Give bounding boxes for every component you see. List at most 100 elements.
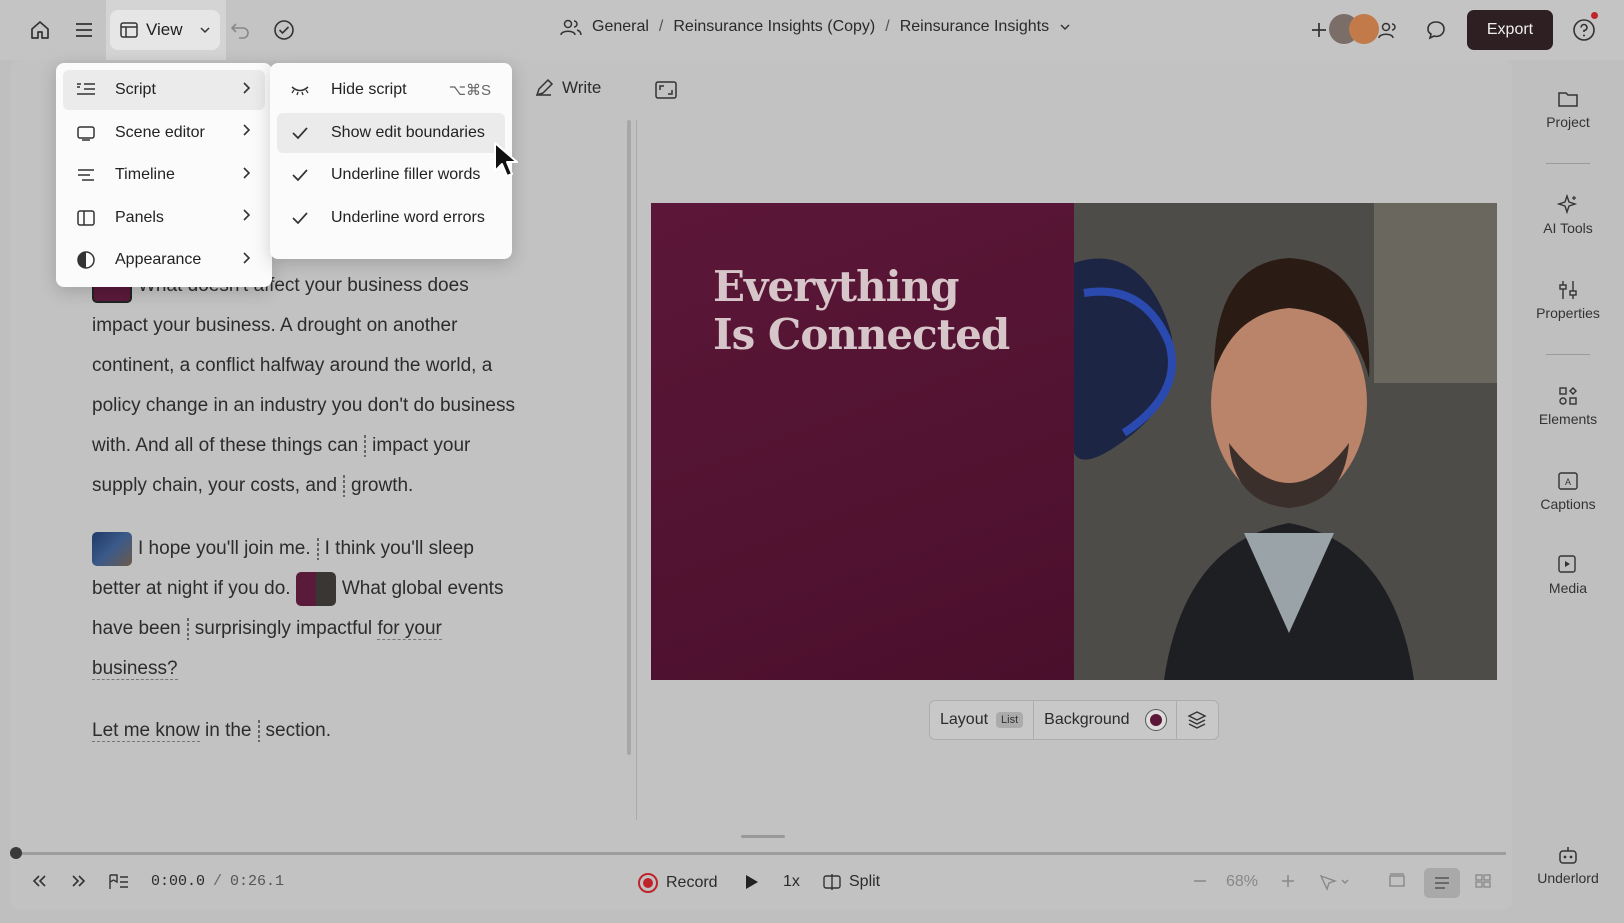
- sidebar-item-captions[interactable]: A Captions: [1512, 466, 1624, 512]
- chevron-right-icon: [241, 208, 251, 227]
- script-line[interactable]: supply chain, your costs, and: [92, 475, 337, 496]
- script-scrollbar[interactable]: [627, 120, 631, 755]
- layers-icon[interactable]: [1177, 701, 1217, 739]
- script-phrase[interactable]: surprisingly impactful: [195, 618, 372, 639]
- help-icon[interactable]: [1568, 12, 1600, 46]
- undo-icon[interactable]: [224, 14, 256, 46]
- sidebar-item-project[interactable]: Project: [1512, 84, 1624, 130]
- write-button[interactable]: Write: [534, 78, 601, 98]
- menu-item-underline-word-errors[interactable]: Underline word errors: [277, 198, 505, 238]
- chapters-icon[interactable]: [108, 873, 130, 891]
- layout-button[interactable]: Layout List: [930, 701, 1035, 739]
- split-label: Split: [849, 873, 881, 890]
- menu-item-hide-script[interactable]: Hide script ⌥⌘S: [277, 70, 505, 110]
- view-button-area: View: [106, 0, 226, 60]
- menu-item-script[interactable]: Script: [63, 70, 265, 110]
- video-preview[interactable]: Everything Is Connected: [651, 203, 1497, 680]
- title-card: Everything Is Connected: [651, 203, 1074, 680]
- script-line[interactable]: growth.: [351, 475, 413, 496]
- expand-preview-icon[interactable]: [655, 81, 677, 104]
- robot-icon: [1512, 840, 1624, 870]
- appearance-icon: [75, 250, 97, 270]
- menu-item-scene-editor[interactable]: Scene editor: [63, 113, 265, 153]
- script-line[interactable]: impact your business. A drought on anoth…: [92, 306, 562, 346]
- sidebar-item-properties[interactable]: Properties: [1512, 275, 1624, 321]
- script-line[interactable]: impact your: [372, 435, 470, 456]
- underlord-button[interactable]: Underlord: [1512, 840, 1624, 886]
- menu-item-underline-filler-words[interactable]: Underline filler words: [277, 155, 505, 195]
- script-line[interactable]: continent, a conflict halfway around the…: [92, 346, 562, 386]
- breadcrumb-current[interactable]: Reinsurance Insights: [900, 18, 1049, 36]
- script-phrase[interactable]: section.: [266, 720, 331, 741]
- word-error-underline[interactable]: Let me know: [92, 720, 200, 742]
- script-line[interactable]: policy change in an industry you don't d…: [92, 386, 562, 426]
- view-button[interactable]: View: [110, 10, 220, 50]
- menu-item-label: Timeline: [115, 166, 175, 183]
- script-paragraph-1[interactable]: What doesn't affect your business does i…: [92, 266, 562, 506]
- skip-back-icon[interactable]: [30, 873, 48, 889]
- playhead-track[interactable]: [16, 852, 1506, 855]
- script-phrase[interactable]: I hope you'll join me.: [138, 538, 311, 559]
- playhead[interactable]: [10, 847, 22, 859]
- menu-item-panels[interactable]: Panels: [63, 198, 265, 238]
- record-button[interactable]: Record: [638, 873, 718, 893]
- breadcrumb-separator: /: [658, 18, 664, 35]
- hamburger-menu-icon[interactable]: [68, 14, 100, 46]
- home-icon[interactable]: [24, 14, 56, 46]
- preview-title: Everything Is Connected: [713, 262, 1010, 359]
- sidebar-item-label: Elements: [1538, 411, 1598, 427]
- scene-thumbnail[interactable]: [295, 571, 336, 606]
- menu-item-appearance[interactable]: Appearance: [63, 240, 265, 280]
- scene-thumbnail[interactable]: [92, 531, 132, 566]
- check-icon: [289, 168, 311, 182]
- script-paragraph-2[interactable]: I hope you'll join me. I think you'll sle…: [92, 529, 562, 689]
- layout-bar: Layout List Background: [929, 700, 1219, 740]
- share-people-icon[interactable]: [1373, 14, 1405, 46]
- list-view-icon[interactable]: [1424, 868, 1460, 898]
- notification-dot: [1591, 12, 1598, 19]
- chevron-down-icon[interactable]: [1059, 22, 1071, 32]
- check-icon: [289, 126, 311, 140]
- script-phrase[interactable]: have been: [92, 618, 181, 639]
- menu-item-label: Show edit boundaries: [331, 123, 485, 141]
- script-phrase[interactable]: better at night if you do.: [92, 578, 291, 599]
- word-error-underline[interactable]: business?: [92, 658, 178, 680]
- split-icon: [823, 874, 841, 890]
- word-error-underline[interactable]: for your: [377, 618, 442, 640]
- breadcrumb-workspace[interactable]: General: [592, 18, 649, 36]
- sidebar-item-ai-tools[interactable]: AI Tools: [1512, 190, 1624, 236]
- saved-check-icon[interactable]: [268, 14, 300, 46]
- split-button[interactable]: Split: [823, 873, 880, 891]
- zoom-in-icon[interactable]: [1280, 873, 1296, 889]
- export-button[interactable]: Export: [1467, 10, 1553, 50]
- timeline-drag-handle[interactable]: [741, 835, 785, 838]
- edit-boundary: [364, 434, 367, 457]
- menu-item-show-edit-boundaries[interactable]: Show edit boundaries: [277, 112, 505, 153]
- breadcrumb-parent[interactable]: Reinsurance Insights (Copy): [673, 18, 875, 36]
- play-icon[interactable]: [744, 873, 760, 891]
- script-phrase[interactable]: What global events: [342, 578, 504, 599]
- skip-forward-icon[interactable]: [70, 873, 88, 889]
- script-phrase[interactable]: I think you'll sleep: [325, 538, 474, 559]
- script-paragraph-3[interactable]: Let me know in the section.: [92, 711, 562, 751]
- menu-item-timeline[interactable]: Timeline: [63, 155, 265, 195]
- playback-speed[interactable]: 1x: [783, 873, 800, 891]
- panel-divider[interactable]: [636, 120, 637, 820]
- sidebar-item-label: Media: [1548, 580, 1588, 596]
- script-phrase[interactable]: in the: [205, 720, 251, 741]
- background-button[interactable]: Background: [1034, 701, 1177, 739]
- grid-view-icon[interactable]: [1474, 873, 1492, 889]
- script-line[interactable]: with. And all of these things can: [92, 435, 358, 456]
- comment-icon[interactable]: [1420, 14, 1452, 46]
- layout-icon: [120, 22, 138, 38]
- sidebar-divider: [1546, 163, 1590, 164]
- sidebar-item-media[interactable]: Media: [1512, 550, 1624, 596]
- zoom-out-icon[interactable]: [1192, 873, 1208, 889]
- pointer-tool-icon[interactable]: [1318, 873, 1352, 891]
- sliders-icon: [1512, 275, 1624, 305]
- edit-boundary: [186, 617, 189, 640]
- sidebar-item-elements[interactable]: Elements: [1512, 381, 1624, 427]
- frame-icon[interactable]: [1388, 873, 1406, 889]
- eye-closed-icon: [289, 84, 311, 96]
- time-separator: /: [213, 873, 223, 890]
